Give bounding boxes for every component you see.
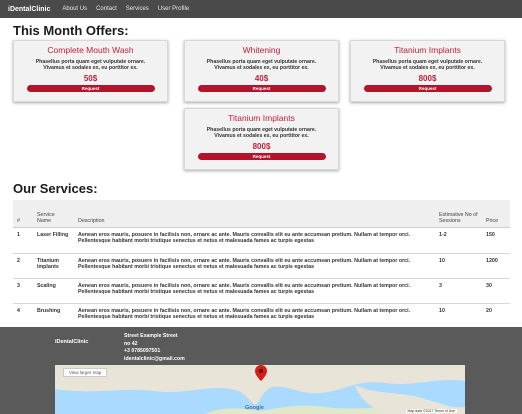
row-sessions: 1-2: [435, 227, 482, 254]
offer-title: Titanium Implants: [228, 113, 295, 123]
offer-card: Complete Mouth Wash Phasellus porta quam…: [13, 40, 168, 102]
offer-card: Whitening Phasellus porta quam eget vulp…: [184, 40, 339, 102]
footer-phone: +3 0785097501: [124, 348, 161, 354]
row-service-name: Laser Filling: [33, 227, 74, 254]
offer-description: Phasellus porta quam eget vulputate orna…: [206, 59, 317, 72]
offer-title: Whitening: [242, 45, 281, 55]
row-description: Aenean eros mauris, posuere in facilisis…: [74, 278, 435, 304]
row-sessions: 10: [435, 253, 482, 279]
footer-street: Street Example Street: [124, 333, 178, 339]
request-button[interactable]: Request: [197, 152, 326, 160]
offer-description: Phasellus porta quam eget vulputate orna…: [35, 59, 146, 72]
row-price: 20: [482, 303, 510, 329]
row-service-name: Brushing: [33, 303, 74, 329]
table-row: 3 Scaling Aenean eros mauris, posuere in…: [13, 278, 510, 304]
offer-title: Titanium Implants: [394, 45, 461, 55]
services-title: Our Services:: [13, 181, 98, 196]
col-header-description: Description: [74, 200, 435, 228]
request-button[interactable]: Request: [197, 84, 326, 92]
offer-description: Phasellus porta quam eget vulputate orna…: [372, 59, 483, 72]
row-sessions: 3: [435, 278, 482, 304]
offer-price: 800$: [252, 141, 271, 151]
footer-contact-info: Street Example Street no 42 +3 078509750…: [124, 333, 185, 363]
navbar: iDentalClinic About Us Contact Services …: [0, 0, 522, 18]
table-header-row: # Service Name Description Estimative No…: [13, 200, 510, 228]
nav-user-profile[interactable]: User Profile: [158, 6, 189, 12]
row-num: 3: [13, 278, 33, 304]
offer-price: 40$: [254, 73, 269, 83]
map-embed[interactable]: View larger map Google Map data ©2017 Te…: [55, 365, 465, 414]
row-price: 150: [482, 227, 510, 254]
offer-title: Complete Mouth Wash: [47, 45, 134, 55]
col-header-sessions: Estimative No of Sessions: [435, 200, 482, 228]
request-button[interactable]: Request: [363, 84, 492, 92]
row-service-name: Scaling: [33, 278, 74, 304]
table-row: 4 Brushing Aenean eros mauris, posuere i…: [13, 303, 510, 329]
offer-description: Phasellus porta quam eget vulputate orna…: [206, 127, 317, 140]
row-price: 30: [482, 278, 510, 304]
nav-services[interactable]: Services: [126, 6, 149, 12]
footer-email[interactable]: identalclinic@gmail.com: [124, 356, 185, 364]
nav-about-us[interactable]: About Us: [62, 6, 87, 12]
row-description: Aenean eros mauris, posuere in facilisis…: [74, 303, 435, 329]
brand-link[interactable]: iDentalClinic: [8, 6, 50, 13]
col-header-service-name: Service Name: [33, 200, 74, 228]
col-header-num: #: [13, 200, 33, 228]
offer-card: Titanium Implants Phasellus porta quam e…: [350, 40, 505, 102]
offer-card: Titanium Implants Phasellus porta quam e…: [184, 108, 339, 170]
request-button[interactable]: Request: [26, 84, 155, 92]
col-header-price: Price: [482, 200, 510, 228]
row-service-name: Titanium implants: [33, 253, 74, 279]
offer-price: 800$: [418, 73, 437, 83]
row-price: 1200: [482, 253, 510, 279]
footer-number: no 42: [124, 340, 138, 347]
footer: iDentalClinic Street Example Street no 4…: [0, 327, 522, 414]
view-larger-map-link[interactable]: View larger map: [63, 368, 108, 377]
nav-contact[interactable]: Contact: [96, 6, 117, 12]
services-table: # Service Name Description Estimative No…: [13, 200, 510, 329]
offers-title: This Month Offers:: [13, 23, 129, 38]
row-description: Aenean eros mauris, posuere in facilisis…: [74, 227, 435, 254]
row-sessions: 10: [435, 303, 482, 329]
footer-brand: iDentalClinic: [55, 339, 89, 345]
table-row: 2 Titanium implants Aenean eros mauris, …: [13, 253, 510, 279]
table-row: 1 Laser Filling Aenean eros mauris, posu…: [13, 227, 510, 254]
row-description: Aenean eros mauris, posuere in facilisis…: [74, 253, 435, 279]
offer-price: 50$: [83, 73, 98, 83]
map-attribution[interactable]: Map data ©2017 Terms of Use: [405, 409, 457, 413]
row-num: 4: [13, 303, 33, 329]
google-logo: Google: [245, 405, 264, 411]
row-num: 2: [13, 253, 33, 279]
row-num: 1: [13, 227, 33, 254]
map-pin-icon[interactable]: [255, 365, 267, 381]
